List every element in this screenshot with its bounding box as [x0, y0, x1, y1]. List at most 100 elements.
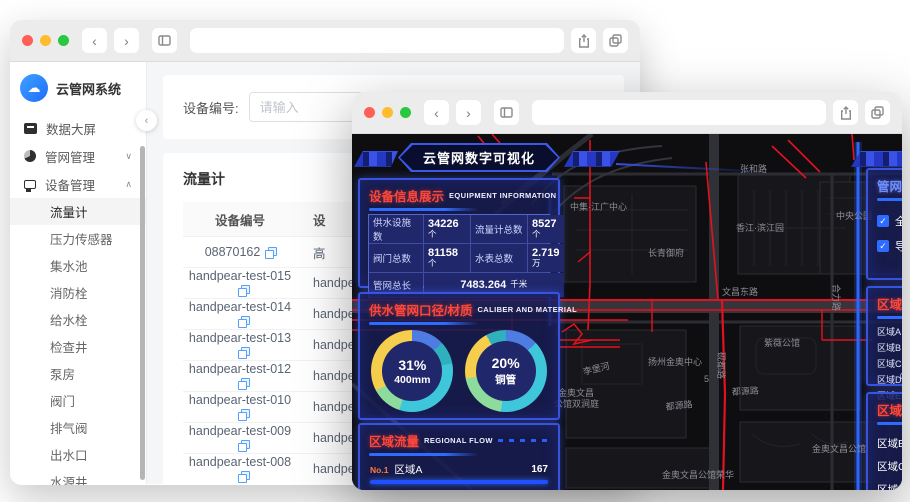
- sidebar-item-water-well[interactable]: 水源井: [10, 468, 146, 485]
- stat-value: 81158 个: [424, 244, 470, 272]
- minimize-button[interactable]: [40, 35, 51, 46]
- app-logo-row: ☁ 云管网系统: [10, 62, 146, 110]
- device-id-label: 设备编号:: [183, 100, 239, 116]
- sidebar-item-pump-house[interactable]: 泵房: [10, 360, 146, 387]
- checkbox-checked-icon[interactable]: ✓: [877, 240, 889, 252]
- sidebar-menu: 数据大屏 管网管理 ∨ 设备管理 ∧ 流量计 压力传感器 集水池 消防栓 给水栓…: [10, 114, 146, 485]
- copy-icon[interactable]: [265, 247, 278, 259]
- dashboard-header: 云管网数字可视化: [352, 139, 902, 181]
- stat-value: 2.719 万: [528, 244, 564, 272]
- panel-regional-flow: 区域流量 REGIONAL FLOW No.1 区域A 167 No.2 区域C…: [358, 423, 560, 490]
- address-bar[interactable]: [190, 28, 564, 53]
- sidebar-item-outlet[interactable]: 出水口: [10, 441, 146, 468]
- header-decoration-far-right: [851, 151, 902, 167]
- copy-icon[interactable]: [237, 378, 250, 390]
- title-underline: [369, 453, 478, 456]
- address-bar[interactable]: [532, 100, 826, 125]
- tabs-copy-icon[interactable]: [865, 100, 890, 125]
- sidebar-item-water-hydrant[interactable]: 给水栓: [10, 306, 146, 333]
- back-icon[interactable]: ‹: [82, 28, 107, 53]
- panel-caliber-material: 供水管网口径/材质 CALIBER AND MATERIAL 31% 400mm…: [358, 292, 577, 420]
- list-item: 区域D: [877, 484, 902, 490]
- legend-item: 区域D: [868, 370, 902, 386]
- panel-title-cn: 区域流: [877, 404, 902, 418]
- flow-row: No.2 区域C 123: [360, 488, 558, 490]
- close-button[interactable]: [22, 35, 33, 46]
- back-icon[interactable]: ‹: [424, 100, 449, 125]
- fullscreen-button[interactable]: [400, 107, 411, 118]
- title-underline: [877, 198, 902, 201]
- flow-progress-bar: [370, 480, 548, 484]
- header-decoration-line: [615, 163, 766, 173]
- copy-icon[interactable]: [237, 347, 250, 359]
- sidebar-item-data-screen[interactable]: 数据大屏: [10, 114, 146, 142]
- sidebar-item-flowmeter[interactable]: 流量计: [10, 198, 146, 225]
- list-item: 区域C: [877, 461, 902, 473]
- copy-icon[interactable]: [237, 409, 250, 421]
- share-icon[interactable]: [571, 28, 596, 53]
- sidebar-toggle-icon[interactable]: [152, 28, 177, 53]
- layer-option[interactable]: ✓ 导入: [868, 229, 902, 254]
- panel-equipment-info: 设备信息展示 EQUIPMENT INFORMATION 供水设施数 34226…: [358, 178, 564, 298]
- map-road-label: 合力路: [831, 284, 842, 311]
- sidebar-item-sump[interactable]: 集水池: [10, 252, 146, 279]
- map-label: 扬州金奥中心: [648, 356, 702, 367]
- copy-icon[interactable]: [237, 440, 250, 452]
- dashboard: 5 张和路 中集·江广中心 香江·滨江园 中央公园 长青御府 文昌东路 合力路 …: [352, 134, 902, 490]
- flow-row: No.1 区域A 167: [370, 464, 548, 476]
- map-road-label: 文昌东路: [722, 286, 758, 297]
- sidebar-item-exhaust-valve[interactable]: 排气阀: [10, 414, 146, 441]
- donut-chart-material: 20% 铜管: [464, 330, 547, 412]
- layer-option[interactable]: ✓ 全选: [868, 204, 902, 229]
- legend-item: 区域C: [868, 354, 902, 370]
- sidebar-item-device-mgmt[interactable]: 设备管理 ∧: [10, 170, 146, 198]
- panel-title-cn: 设备信息展示: [369, 190, 445, 204]
- chevron-down-icon: ∨: [125, 150, 132, 161]
- map-label: 公馆双涧庭: [554, 398, 599, 409]
- panel-title-cn: 区域峰: [877, 298, 902, 312]
- title-underline: [369, 322, 478, 325]
- sidebar-item-pressure-sensor[interactable]: 压力传感器: [10, 225, 146, 252]
- panel-title-cn: 区域流量: [369, 435, 420, 449]
- map-zoom-digit: 5: [704, 374, 709, 384]
- sidebar-item-inspection-well[interactable]: 检查井: [10, 333, 146, 360]
- header-decoration-left: [354, 151, 398, 167]
- sidebar-item-pipe-mgmt[interactable]: 管网管理 ∨: [10, 142, 146, 170]
- dashboard-title: 云管网数字可视化: [400, 145, 558, 170]
- fullscreen-button[interactable]: [58, 35, 69, 46]
- map-label: 中集·江广中心: [570, 201, 627, 212]
- app-title: 云管网系统: [56, 81, 122, 97]
- header-decoration-right: [564, 151, 620, 167]
- sidebar-toggle-icon[interactable]: [494, 100, 519, 125]
- title-underline: [369, 208, 478, 211]
- copy-icon[interactable]: [237, 285, 250, 297]
- sidebar-item-valve[interactable]: 阀门: [10, 387, 146, 414]
- forward-icon[interactable]: ›: [456, 100, 481, 125]
- dashboard-title-badge: 云管网数字可视化: [398, 143, 560, 172]
- screen-icon: [24, 122, 37, 134]
- title-dash-decoration: [497, 439, 549, 442]
- map-label: 紫薇公馆: [764, 337, 800, 348]
- map-label: 香江·滨江园: [736, 222, 784, 233]
- minimize-button[interactable]: [382, 107, 393, 118]
- copy-icon[interactable]: [237, 471, 250, 483]
- checkbox-checked-icon[interactable]: ✓: [877, 215, 889, 227]
- panel-title-en: CALIBER AND MATERIAL: [477, 305, 578, 314]
- map-label: 长青御府: [648, 247, 684, 258]
- legend-item: 区域B: [868, 338, 902, 354]
- sidebar-item-fire-hydrant[interactable]: 消防栓: [10, 279, 146, 306]
- list-item: 区域B: [877, 438, 902, 450]
- stat-value: 8527 个: [528, 215, 564, 243]
- stat-value: 34226 个: [424, 215, 470, 243]
- sidebar-scrollbar[interactable]: [140, 146, 145, 480]
- map-label: 金奥文昌公馆: [812, 443, 866, 454]
- equipment-stats-grid: 供水设施数 34226 个 流量计总数 8527 个 阀门总数 81158 个 水表总…: [368, 214, 564, 298]
- donut-chart-caliber: 31% 400mm: [371, 330, 454, 412]
- sidebar-collapse-button[interactable]: ‹: [136, 110, 157, 131]
- copy-icon[interactable]: [237, 316, 250, 328]
- share-icon[interactable]: [833, 100, 858, 125]
- panel-regional-flow-list: 区域流 区域B 区域C 区域D 区域: [866, 392, 902, 490]
- forward-icon[interactable]: ›: [114, 28, 139, 53]
- close-button[interactable]: [364, 107, 375, 118]
- tabs-copy-icon[interactable]: [603, 28, 628, 53]
